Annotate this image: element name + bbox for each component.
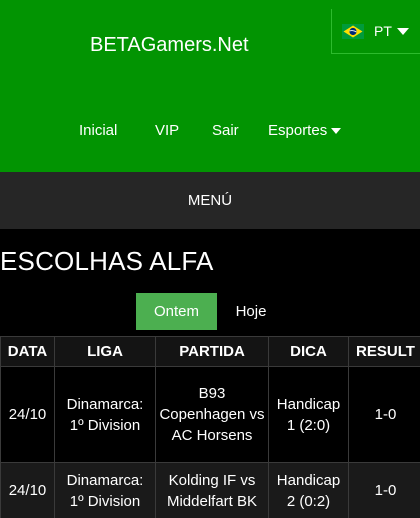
column-header-liga: LIGA xyxy=(54,336,156,367)
nav-item-esportes-label: Esportes xyxy=(268,122,328,139)
menu-label: MENÚ xyxy=(187,192,233,209)
cell-partida: B93 Copenhagen vs AC Horsens xyxy=(155,366,269,463)
cell-data: 24/10 xyxy=(0,462,55,518)
cell-dica: Handicap 2 (0:2) xyxy=(268,462,349,518)
column-header-partida: PARTIDA xyxy=(155,336,269,367)
table-row: 24/10 Dinamarca: 1º Division B93 Copenha… xyxy=(0,366,420,463)
site-brand[interactable]: BETAGamers.Net xyxy=(90,34,249,57)
nav-item-inicial[interactable]: Inicial xyxy=(79,122,117,139)
cell-liga: Dinamarca: 1º Division xyxy=(54,366,156,463)
table-row: 24/10 Dinamarca: 1º Division Kolding IF … xyxy=(0,462,420,518)
picks-table: DATA LIGA PARTIDA DICA RESULT 24/10 Dina… xyxy=(0,336,420,518)
nav-item-esportes[interactable]: Esportes xyxy=(268,122,342,139)
chevron-down-icon xyxy=(331,128,342,135)
main-nav: Inicial VIP Sair Esportes xyxy=(0,122,420,144)
column-header-result: RESULT xyxy=(348,336,420,367)
language-code: PT xyxy=(374,23,392,39)
column-header-data: DATA xyxy=(0,336,55,367)
language-selector[interactable]: PT xyxy=(331,9,420,54)
cell-liga: Dinamarca: 1º Division xyxy=(54,462,156,518)
nav-item-sair[interactable]: Sair xyxy=(212,122,239,139)
site-header: BETAGamers.Net PT Inicial VIP Sair Espor… xyxy=(0,0,420,172)
page-title: ESCOLHAS ALFA xyxy=(0,246,214,276)
nav-item-vip[interactable]: VIP xyxy=(155,122,179,139)
table-header-row: DATA LIGA PARTIDA DICA RESULT xyxy=(0,336,420,367)
tab-hoje[interactable]: Hoje xyxy=(217,293,285,330)
brazil-flag-icon xyxy=(342,23,364,39)
tab-ontem[interactable]: Ontem xyxy=(136,293,217,330)
cell-partida: Kolding IF vs Middelfart BK xyxy=(155,462,269,518)
cell-data: 24/10 xyxy=(0,366,55,463)
cell-dica: Handicap 1 (2:0) xyxy=(268,366,349,463)
cell-result: 1-0 xyxy=(348,366,420,463)
column-header-dica: DICA xyxy=(268,336,349,367)
cell-result: 1-0 xyxy=(348,462,420,518)
day-tabs: Ontem Hoje xyxy=(136,293,285,330)
menu-toggle-bar[interactable]: MENÚ xyxy=(0,172,420,229)
chevron-down-icon xyxy=(396,27,409,35)
